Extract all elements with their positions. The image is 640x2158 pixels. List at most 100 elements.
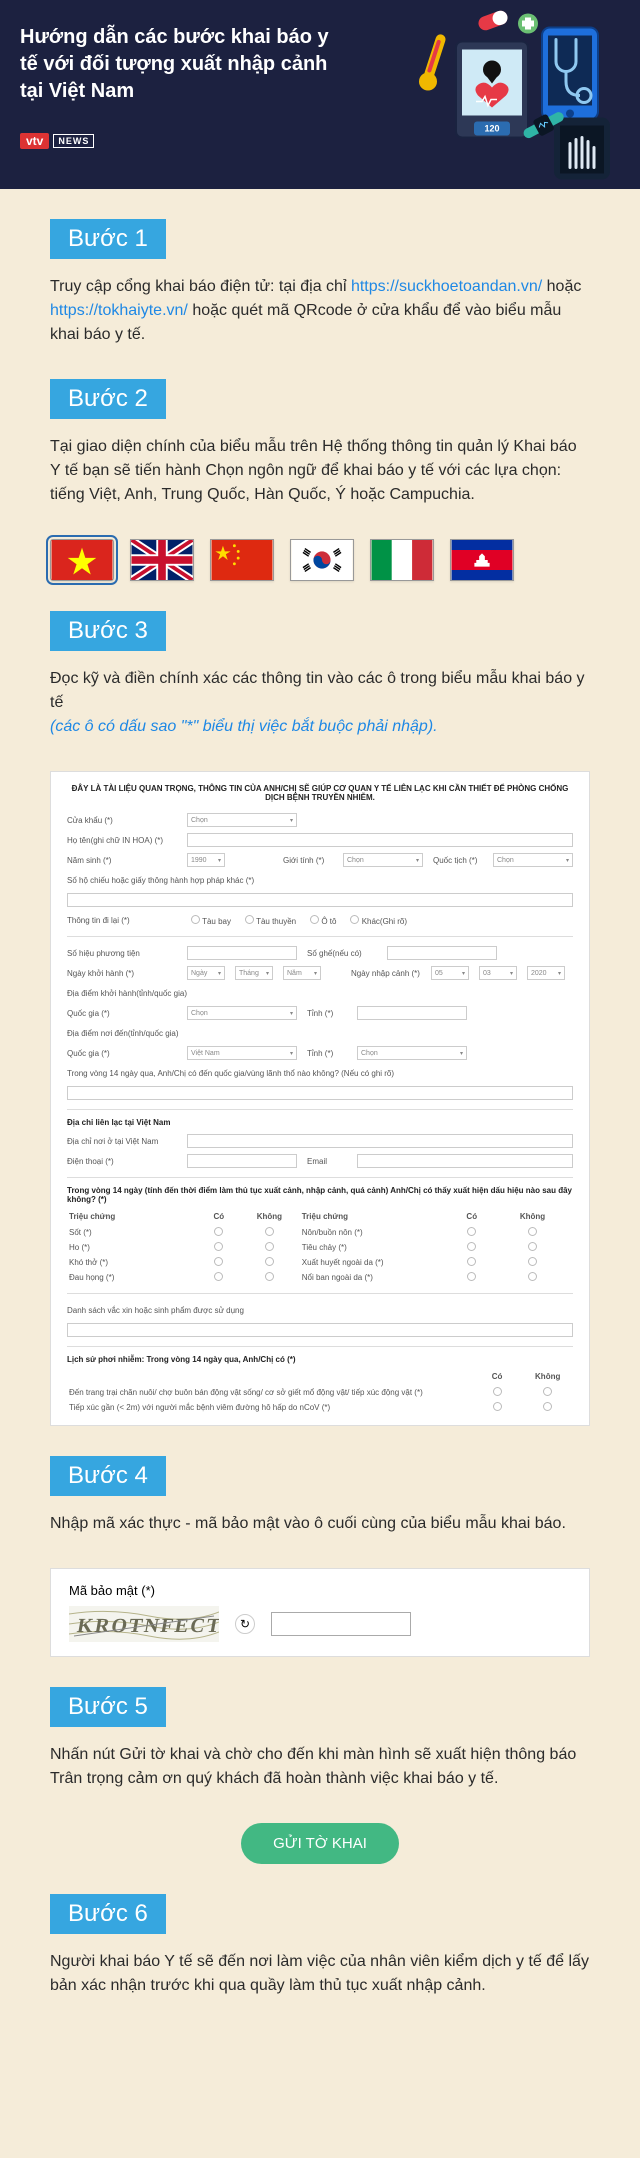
step-6-body: Người khai báo Y tế sẽ đến nơi làm việc … (50, 1950, 590, 1998)
vtv-brand: vtv (20, 133, 49, 149)
step-3-body: Đọc kỹ và điền chính xác các thông tin v… (50, 667, 590, 739)
radio-plane[interactable] (191, 915, 200, 924)
sel-ay[interactable]: 2020 (527, 966, 565, 980)
contact-hdr: Địa chỉ liên lạc tại Việt Nam (67, 1118, 573, 1127)
content: Bước 1 Truy cập cổng khai báo điện tử: t… (0, 189, 640, 2090)
lbl-gender: Giới tính (*) (283, 856, 333, 865)
step-1-label: Bước 1 (50, 219, 166, 259)
r-h1y[interactable] (493, 1387, 502, 1396)
inp-phone[interactable] (187, 1154, 297, 1168)
sel-yob[interactable]: 1990 (187, 853, 225, 867)
lbl-prov2: Tỉnh (*) (307, 1049, 347, 1058)
sel-nation[interactable]: Chọn (493, 853, 573, 867)
sel-dy[interactable]: Năm (283, 966, 321, 980)
lbl-prov1: Tỉnh (*) (307, 1009, 347, 1018)
radio-ship[interactable] (245, 915, 254, 924)
flag-cambodia[interactable] (450, 539, 514, 581)
lbl-dep-place: Địa điểm khởi hành(tỉnh/quốc gia) (67, 989, 237, 998)
sel-ad[interactable]: 05 (431, 966, 469, 980)
sel-dm[interactable]: Tháng (235, 966, 273, 980)
inp-passport[interactable] (67, 893, 573, 907)
flag-vietnam[interactable] (50, 539, 114, 581)
inp-p1[interactable] (357, 1006, 467, 1020)
r-s2n[interactable] (265, 1242, 274, 1251)
lbl-passport: Số hộ chiếu hoặc giấy thông hành hợp phá… (67, 876, 267, 885)
radio-other[interactable] (350, 915, 359, 924)
flag-italy[interactable] (370, 539, 434, 581)
lbl-email: Email (307, 1157, 347, 1166)
r-s3y[interactable] (214, 1257, 223, 1266)
inp-vehno[interactable] (187, 946, 297, 960)
r-s4n[interactable] (265, 1272, 274, 1281)
submit-row: GỬI TỜ KHAI (50, 1823, 590, 1864)
lbl-vehno: Số hiệu phương tiện (67, 949, 177, 958)
step-1-pre: Truy cập cổng khai báo điện tử: tại địa … (50, 278, 351, 295)
symptom-q: Trong vòng 14 ngày (tính đến thời điểm l… (67, 1186, 573, 1204)
r-s3n[interactable] (265, 1257, 274, 1266)
sel-c2[interactable]: Việt Nam (187, 1046, 297, 1060)
inp-seat[interactable] (387, 946, 497, 960)
vtv-sub: NEWS (53, 134, 94, 148)
sel-c1[interactable]: Chọn (187, 1006, 297, 1020)
radio-car[interactable] (310, 915, 319, 924)
form-heading: ĐÂY LÀ TÀI LIỆU QUAN TRỌNG, THÔNG TIN CỦ… (67, 784, 573, 802)
lbl-nation: Quốc tịch (*) (433, 856, 483, 865)
lbl-gate: Cửa khẩu (*) (67, 816, 177, 825)
submit-button[interactable]: GỬI TỜ KHAI (241, 1823, 399, 1864)
lbl-seat: Số ghế(nếu có) (307, 949, 377, 958)
inp-email[interactable] (357, 1154, 573, 1168)
lbl-phone: Điện thoại (*) (67, 1157, 177, 1166)
symptom-table: Triệu chứng Có Không Triệu chứng Có Khôn… (67, 1210, 573, 1285)
r-s8y[interactable] (467, 1272, 476, 1281)
history-table: CóKhông Đến trang trại chăn nuôi/ chợ bu… (67, 1370, 573, 1415)
lbl-depart: Ngày khởi hành (*) (67, 969, 177, 978)
step-2-body: Tại giao diện chính của biểu mẫu trên Hệ… (50, 435, 590, 507)
lbl-transport: Thông tin đi lại (*) (67, 916, 177, 925)
lbl-name: Họ tên(ghi chữ IN HOA) (*) (67, 836, 177, 845)
step-3-note: (các ô có dấu sao "*" biểu thị việc bắt … (50, 718, 438, 735)
form-screenshot: ĐÂY LÀ TÀI LIỆU QUAN TRỌNG, THÔNG TIN CỦ… (50, 771, 590, 1426)
inp-addr[interactable] (187, 1134, 573, 1148)
sel-dd[interactable]: Ngày (187, 966, 225, 980)
r-h2n[interactable] (543, 1402, 552, 1411)
r-s1y[interactable] (214, 1227, 223, 1236)
infographic-header: Hướng dẫn các bước khai báo y tế với đối… (0, 0, 640, 189)
r-s6y[interactable] (467, 1242, 476, 1251)
flag-china[interactable] (210, 539, 274, 581)
r-h2y[interactable] (493, 1402, 502, 1411)
r-s5n[interactable] (528, 1227, 537, 1236)
r-s6n[interactable] (528, 1242, 537, 1251)
link-suckhoetoandan[interactable]: https://suckhoetoandan.vn/ (351, 278, 542, 295)
r-s7n[interactable] (528, 1257, 537, 1266)
inp-q21[interactable] (67, 1086, 573, 1100)
captcha-image: KROTNFECT (69, 1606, 219, 1642)
svg-text:120: 120 (484, 124, 499, 134)
inp-vaccine[interactable] (67, 1323, 573, 1337)
sel-gate[interactable]: Chọn (187, 813, 297, 827)
history-hdr: Lịch sử phơi nhiễm: Trong vòng 14 ngày q… (67, 1355, 573, 1364)
link-tokhaiyte[interactable]: https://tokhaiyte.vn/ (50, 302, 188, 319)
lbl-q21: Trong vòng 14 ngày qua, Anh/Chị có đến q… (67, 1069, 573, 1078)
flag-uk[interactable] (130, 539, 194, 581)
r-h1n[interactable] (543, 1387, 552, 1396)
step-5-body: Nhấn nút Gửi tờ khai và chờ cho đến khi … (50, 1743, 590, 1791)
step-2-label: Bước 2 (50, 379, 166, 419)
r-s8n[interactable] (528, 1272, 537, 1281)
lbl-yob: Năm sinh (*) (67, 856, 177, 865)
r-s4y[interactable] (214, 1272, 223, 1281)
captcha-label: Mã bảo mật (*) (69, 1583, 155, 1598)
captcha-refresh-icon[interactable]: ↻ (235, 1614, 255, 1634)
sel-p2[interactable]: Chọn (357, 1046, 467, 1060)
r-s7y[interactable] (467, 1257, 476, 1266)
r-s2y[interactable] (214, 1242, 223, 1251)
flag-korea[interactable] (290, 539, 354, 581)
r-s5y[interactable] (467, 1227, 476, 1236)
captcha-input[interactable] (271, 1612, 411, 1636)
inp-name[interactable] (187, 833, 573, 847)
step-5-label: Bước 5 (50, 1687, 166, 1727)
sel-gender[interactable]: Chọn (343, 853, 423, 867)
lbl-arrive: Ngày nhập cảnh (*) (351, 969, 421, 978)
language-flags (50, 539, 590, 581)
sel-am[interactable]: 03 (479, 966, 517, 980)
r-s1n[interactable] (265, 1227, 274, 1236)
